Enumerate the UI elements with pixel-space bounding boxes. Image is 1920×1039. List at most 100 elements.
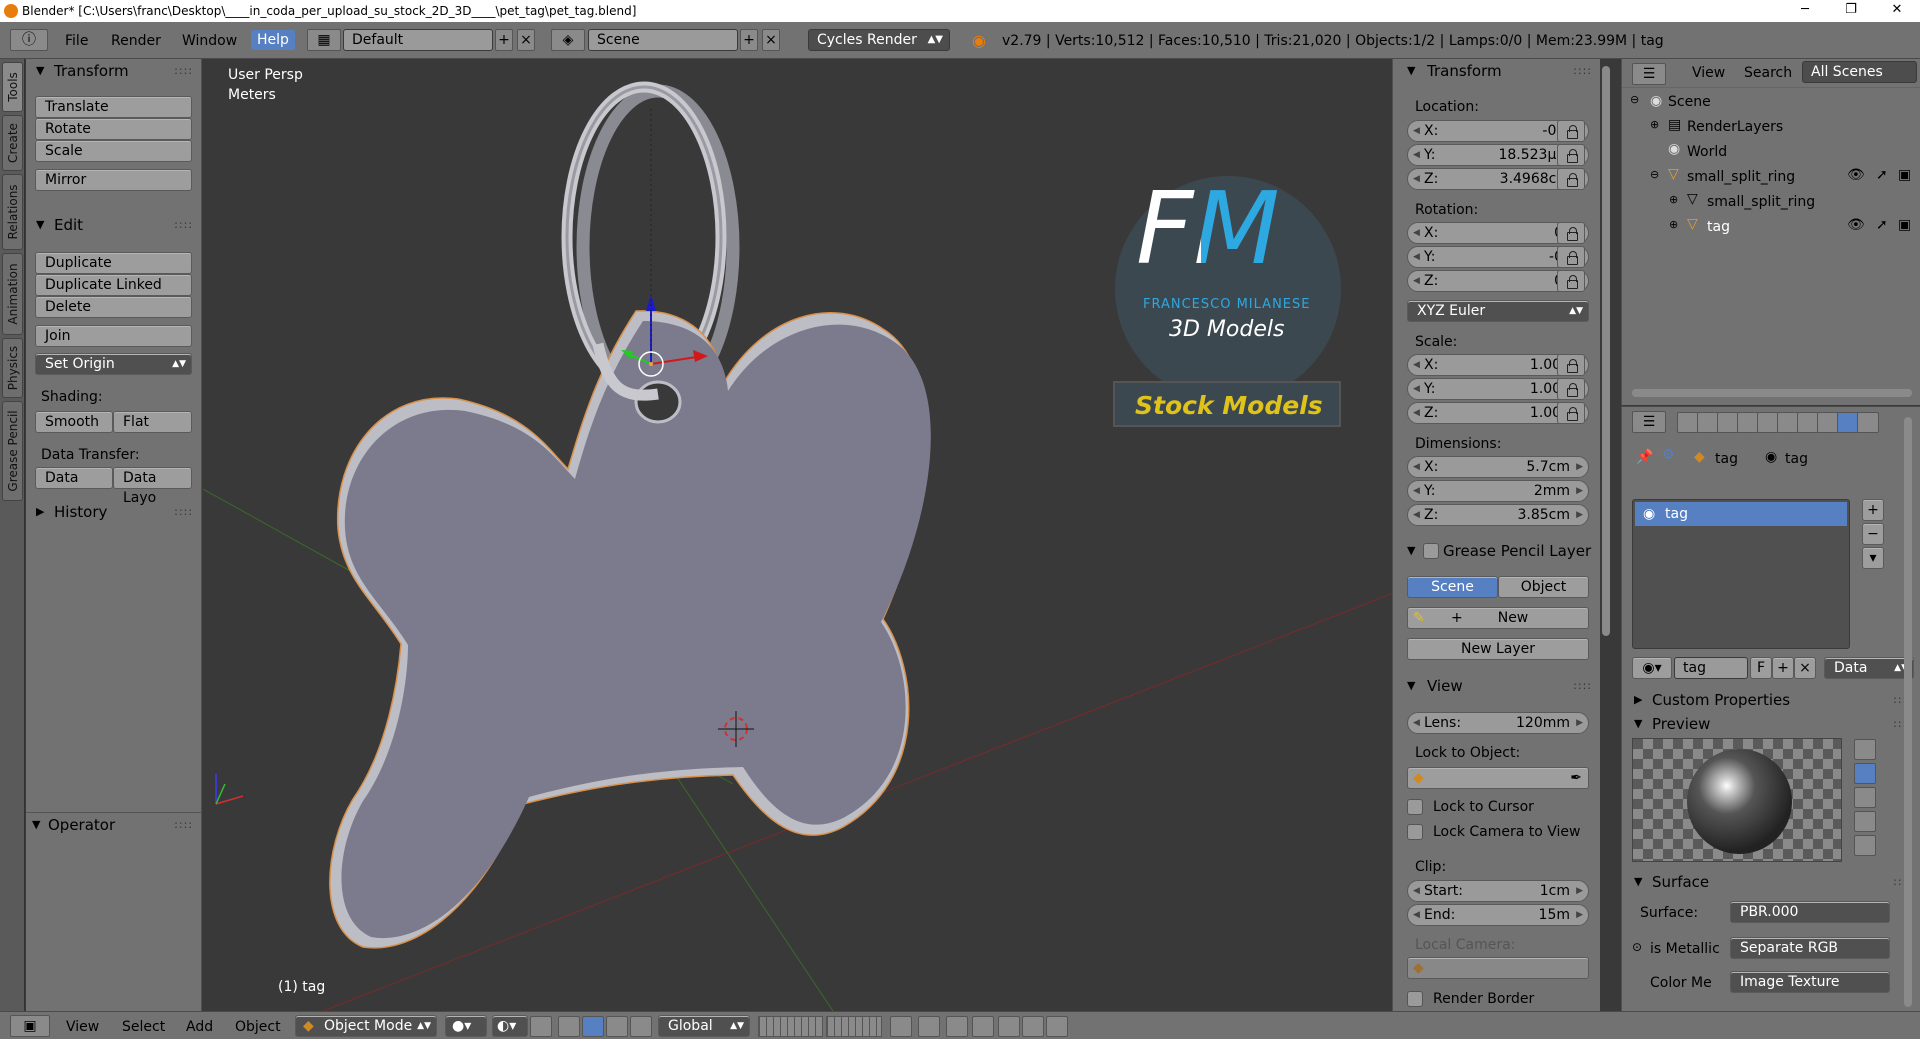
rotate-button[interactable]: Rotate <box>35 118 192 140</box>
preview-cube-icon[interactable] <box>1854 787 1876 808</box>
add-scene-icon[interactable]: + <box>740 29 758 51</box>
opengl-render-icon[interactable] <box>1022 1016 1044 1037</box>
material-slot-list[interactable]: ◉ tag <box>1632 499 1850 649</box>
menu-help[interactable]: Help <box>251 30 295 50</box>
set-origin-select[interactable]: Set Origin ▲▼ <box>35 353 192 375</box>
opengl-anim-icon[interactable] <box>1046 1016 1068 1037</box>
color-input-select[interactable]: Image Texture <box>1730 971 1890 993</box>
preview-flat-icon[interactable] <box>1854 739 1876 760</box>
material-slot[interactable]: ◉ tag <box>1635 502 1847 526</box>
orientation-select[interactable]: Global ▲▼ <box>658 1015 750 1037</box>
flat-button[interactable]: Flat <box>113 411 192 433</box>
remove-scene-icon[interactable]: × <box>762 29 780 51</box>
grease-pencil-checkbox[interactable] <box>1423 543 1439 559</box>
smooth-button[interactable]: Smooth <box>35 411 113 433</box>
grip-icon[interactable]: :::: <box>174 59 193 83</box>
transform-panel-header[interactable]: ▼ Transform:::: <box>26 59 201 83</box>
outliner-item[interactable]: small_split_ring <box>1687 169 1795 185</box>
data-tab-icon[interactable] <box>1817 412 1839 433</box>
duplicate-button[interactable]: Duplicate <box>35 252 192 274</box>
translate-button[interactable]: Translate <box>35 96 192 118</box>
duplicate-linked-button[interactable]: Duplicate Linked <box>35 274 192 296</box>
slot-menu-button[interactable]: ▾ <box>1862 547 1884 569</box>
expand-icon[interactable]: ⊖ <box>1650 168 1659 181</box>
layers-tab-icon[interactable] <box>1697 412 1719 433</box>
grip-icon[interactable]: :::: <box>174 813 193 837</box>
proportional-edit-icon[interactable] <box>918 1016 940 1037</box>
world-tab-icon[interactable] <box>1737 412 1759 433</box>
grip-icon[interactable]: :::: <box>174 213 193 237</box>
render-engine-select[interactable]: Cycles Render ▲▼ <box>808 29 950 51</box>
scale-manipulator-icon[interactable] <box>630 1016 652 1037</box>
clip-start-field[interactable]: ◀ Start: 1cm ▶ <box>1407 880 1589 902</box>
camera-icon[interactable]: ▣ <box>1898 217 1911 233</box>
eyedropper-icon[interactable]: ✒ <box>1570 768 1582 788</box>
camera-icon[interactable]: ▣ <box>1898 167 1911 183</box>
lock-location-x-icon[interactable] <box>1557 120 1585 142</box>
rotate-manipulator-icon[interactable] <box>606 1016 628 1037</box>
menu-view[interactable]: View <box>66 1019 99 1035</box>
modifiers-tab-icon[interactable] <box>1797 412 1819 433</box>
pivot-select[interactable]: ◐▾ <box>492 1015 528 1037</box>
menu-render[interactable]: Render <box>111 33 161 49</box>
pin-icon[interactable]: 📌 <box>1636 449 1653 465</box>
mirror-button[interactable]: Mirror <box>35 169 192 191</box>
mode-select[interactable]: ◆ Object Mode ▲▼ <box>295 1015 437 1037</box>
rotation-mode-select[interactable]: XYZ Euler ▲▼ <box>1407 300 1589 322</box>
outliner-search-menu[interactable]: Search <box>1744 65 1792 81</box>
operator-panel-header[interactable]: ▼ Operator:::: <box>26 813 201 837</box>
eye-icon[interactable]: 👁 <box>1847 167 1865 183</box>
unlink-material-button[interactable]: × <box>1794 657 1816 679</box>
snap-element-icon[interactable] <box>998 1016 1020 1037</box>
edit-panel-header[interactable]: ▼ Edit:::: <box>26 213 201 237</box>
add-layout-icon[interactable]: + <box>495 29 513 51</box>
data-button[interactable]: Data <box>35 467 113 489</box>
surface-shader-select[interactable]: PBR.000 <box>1730 901 1890 923</box>
scene-icon[interactable]: ◈ <box>551 29 585 51</box>
lock-rotation-x-icon[interactable] <box>1557 222 1585 244</box>
lock-to-cursor-checkbox[interactable] <box>1407 799 1423 815</box>
expand-icon[interactable]: ⊖ <box>1630 93 1639 106</box>
preview-monkey-icon[interactable] <box>1854 811 1876 832</box>
layers-grid-2[interactable] <box>826 1016 882 1037</box>
maximize-button[interactable]: ❐ <box>1828 0 1874 22</box>
constraints-tab-icon[interactable] <box>1777 412 1799 433</box>
local-camera-field[interactable]: ◆ <box>1407 957 1589 979</box>
browse-material-button[interactable]: ◉▾ <box>1632 657 1672 679</box>
metallic-input-select[interactable]: Separate RGB <box>1730 937 1890 959</box>
editor-type-icon[interactable]: ⓘ <box>10 29 48 51</box>
remove-slot-button[interactable]: − <box>1862 523 1884 545</box>
expand-icon[interactable]: ⊕ <box>1669 218 1678 231</box>
lock-layer-icon[interactable] <box>890 1016 912 1037</box>
lens-field[interactable]: ◀ Lens: 120mm ▶ <box>1407 712 1589 734</box>
tab-create[interactable]: Create <box>2 115 23 171</box>
material-tab-icon[interactable] <box>1837 412 1859 433</box>
scene-tab-icon[interactable] <box>1717 412 1739 433</box>
lock-location-y-icon[interactable] <box>1557 144 1585 166</box>
outliner-item[interactable]: tag <box>1707 219 1730 235</box>
tab-tools[interactable]: Tools <box>2 62 23 112</box>
breadcrumb-material[interactable]: tag <box>1785 451 1808 467</box>
display-mode-select[interactable]: All Scenes <box>1802 61 1917 83</box>
clip-end-field[interactable]: ◀ End: 15m ▶ <box>1407 904 1589 926</box>
menu-file[interactable]: File <box>65 33 88 49</box>
dimensions-x-field[interactable]: ◀ X: 5.7cm ▶ <box>1407 456 1589 478</box>
object-tab-icon[interactable] <box>1757 412 1779 433</box>
tab-object[interactable]: Object <box>1498 576 1589 598</box>
tab-physics[interactable]: Physics <box>2 338 23 398</box>
tab-relations[interactable]: Relations <box>2 174 23 250</box>
outliner-item[interactable]: small_split_ring <box>1707 194 1815 210</box>
scene-field[interactable]: Scene <box>588 29 738 51</box>
eye-icon[interactable]: 👁 <box>1847 217 1865 233</box>
menu-select[interactable]: Select <box>122 1019 165 1035</box>
shading-select[interactable]: ●▾ <box>445 1015 487 1037</box>
grip-icon[interactable]: :::: <box>1573 674 1592 698</box>
fake-user-button[interactable]: F <box>1750 657 1772 679</box>
preview-hair-icon[interactable] <box>1854 835 1876 856</box>
preview-sphere-icon[interactable] <box>1854 763 1876 784</box>
tab-grease-pencil[interactable]: Grease Pencil <box>2 401 23 501</box>
outliner-item[interactable]: World <box>1687 144 1727 160</box>
translate-manipulator-icon[interactable] <box>582 1016 604 1037</box>
snap-toggle-icon[interactable] <box>972 1016 994 1037</box>
minimize-button[interactable]: ─ <box>1782 0 1828 22</box>
